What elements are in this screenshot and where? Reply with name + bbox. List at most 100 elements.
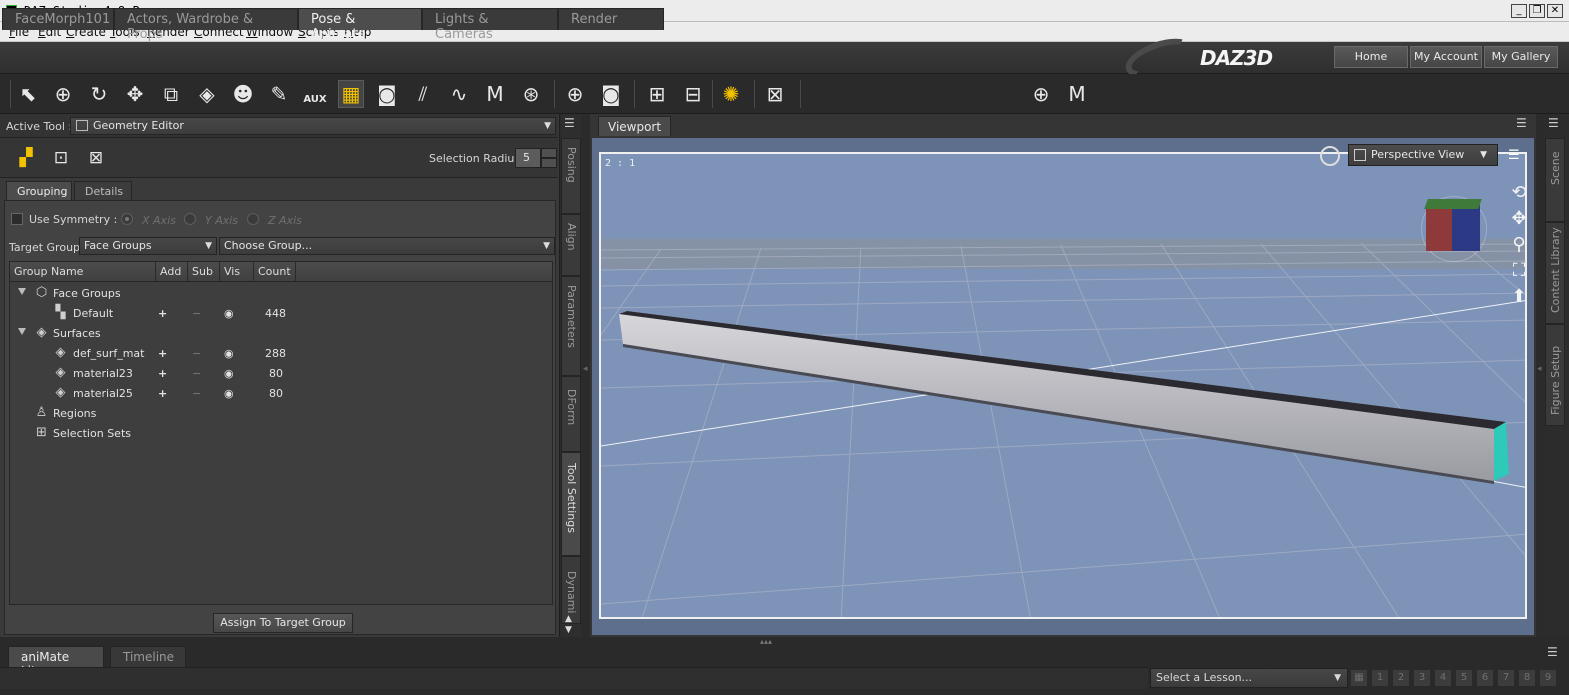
save-scene-icon[interactable]: ⊞ [644,80,670,108]
room-tab-lights-cameras[interactable]: Lights & Cameras [422,8,558,42]
view-options-icon[interactable] [1320,146,1340,166]
close-button[interactable]: ✕ [1547,4,1563,18]
radius-increment-button[interactable] [541,148,557,158]
room-tab-actors-wardrobe-props[interactable]: Actors, Wardrobe & Props [114,8,298,42]
table-row[interactable]: ♙ Regions [10,404,552,424]
lasso-select-icon[interactable]: ⊠ [83,144,109,172]
viewport-canvas[interactable]: 2 : 1 [599,152,1527,619]
lesson-step-button[interactable]: 2 [1392,669,1410,687]
lesson-grid-icon[interactable]: ▦ [1350,669,1368,687]
home-button[interactable]: Home [1334,46,1408,68]
my-account-button[interactable]: My Account [1410,46,1482,68]
save-pose-icon[interactable]: ⊠ [762,80,788,108]
splitter-handle[interactable]: ▴▴▴ [760,637,790,646]
minimize-button[interactable]: _ [1511,4,1527,18]
sub-button[interactable]: − [192,367,201,380]
eye-icon[interactable]: ◉ [224,347,234,360]
x-axis-radio[interactable] [121,213,133,225]
node-weight-icon[interactable]: ∿ [446,80,472,108]
eye-icon[interactable]: ◉ [224,307,234,320]
add-button[interactable]: + [158,367,167,380]
side-tab-dform[interactable]: DForm [561,376,581,452]
room-tab-facemorph101[interactable]: FaceMorph101 [2,8,114,30]
right-panel-menu-icon[interactable]: ☰ [1548,116,1559,130]
figure-tool-icon[interactable]: ☻ [230,80,256,108]
tab-details[interactable]: Details [74,181,132,201]
side-tab-content-library[interactable]: Content Library [1545,222,1565,324]
table-row[interactable]: ⊞ Selection Sets [10,424,552,444]
table-row[interactable]: ◈ def_surf_mat + − ◉ 288 [10,344,552,364]
collapse-right-icon[interactable]: ◂ [1537,364,1542,374]
joint-editor-icon[interactable]: ✎ [266,80,292,108]
pivot-tool-icon[interactable]: ⊕ [1028,80,1054,108]
scroll-down-icon[interactable]: ▼ [565,625,572,635]
lesson-step-button[interactable]: 7 [1497,669,1515,687]
viewport-menu-icon[interactable]: ☰ [1516,116,1527,130]
table-row[interactable]: ▚ Default + − ◉ 448 [10,304,552,324]
tab-animate-lite[interactable]: aniMate Lite [8,646,104,678]
table-row[interactable]: ⬡ Face Groups [10,284,552,304]
collapse-left-icon[interactable]: ◂ [583,364,588,374]
camera-render-icon[interactable]: ◙ [598,80,624,108]
lesson-step-button[interactable]: 4 [1434,669,1452,687]
lesson-step-button[interactable]: 8 [1518,669,1536,687]
use-symmetry-checkbox[interactable] [11,213,23,225]
marquee-select-icon[interactable]: ⊡ [48,144,74,172]
side-tab-scene[interactable]: Scene [1545,138,1565,222]
lesson-step-button[interactable]: 6 [1476,669,1494,687]
morph-m-icon[interactable]: M [1064,80,1090,108]
assign-to-target-group-button[interactable]: Assign To Target Group [213,613,353,633]
lesson-step-button[interactable]: 9 [1539,669,1557,687]
expand-arrow-icon[interactable] [18,288,26,295]
light-bulb-icon[interactable]: ✺ [718,80,744,108]
tab-grouping[interactable]: Grouping [6,181,72,201]
column-count[interactable]: Count [254,262,296,282]
y-axis-radio[interactable] [184,213,196,225]
side-tab-align[interactable]: Align [561,214,581,276]
table-row[interactable]: ◈ material25 + − ◉ 80 [10,384,552,404]
scale-tool-icon[interactable]: ⧉ [158,80,184,108]
sub-button[interactable]: − [192,307,201,320]
node-selection-icon[interactable]: ⬉ [15,80,41,108]
z-axis-radio[interactable] [247,213,259,225]
select-lesson-dropdown[interactable]: Select a Lesson... ▼ [1150,668,1348,688]
viewport-tab[interactable]: Viewport [598,116,672,136]
region-nav-icon[interactable]: ⫽ [410,80,436,108]
polygon-select-icon[interactable]: ▞ [13,144,39,172]
add-button[interactable]: + [158,347,167,360]
zoom-icon[interactable]: ⚲ [1508,234,1530,256]
scroll-up-icon[interactable]: ▲ [565,614,572,624]
active-pose-icon[interactable]: ⊛ [518,80,544,108]
restore-button[interactable]: ❐ [1529,4,1545,18]
eye-icon[interactable]: ◉ [224,367,234,380]
column-vis[interactable]: Vis [220,262,254,282]
bottom-panel-menu-icon[interactable]: ☰ [1547,645,1558,659]
perspective-view-dropdown[interactable]: Perspective View ▼ [1348,144,1498,166]
active-tool-dropdown[interactable]: Geometry Editor ▼ [70,117,556,135]
reset-view-icon[interactable]: ⬆ [1508,286,1530,308]
table-row[interactable]: ◈ Surfaces [10,324,552,344]
my-gallery-button[interactable]: My Gallery [1484,46,1558,68]
tab-timeline[interactable]: Timeline [110,646,186,667]
column-group-name[interactable]: Group Name [10,262,156,282]
target-group-type-dropdown[interactable]: Face Groups ▼ [79,237,217,255]
room-tab-pose-animate[interactable]: Pose & Animate [298,8,422,42]
side-tab-parameters[interactable]: Parameters [561,276,581,376]
choose-group-dropdown[interactable]: Choose Group... ▼ [219,237,555,255]
save-light-icon[interactable]: ⊟ [680,80,706,108]
radius-decrement-button[interactable] [541,158,557,168]
panel-menu-icon[interactable]: ☰ [564,116,575,130]
column-add[interactable]: Add [156,262,188,282]
spot-render-icon[interactable]: ◙ [374,80,400,108]
orbit-camera-icon[interactable]: ⊕ [562,80,588,108]
pan-icon[interactable]: ✥ [1508,208,1530,230]
add-button[interactable]: + [158,307,167,320]
expand-arrow-icon[interactable] [18,328,26,335]
room-tab-render[interactable]: Render [558,8,664,30]
column-sub[interactable]: Sub [188,262,220,282]
lesson-step-button[interactable]: 1 [1371,669,1389,687]
surface-selection-icon[interactable]: ◈ [194,80,220,108]
eye-icon[interactable]: ◉ [224,387,234,400]
selection-radius-input[interactable]: 5 [515,148,541,168]
side-tab-posing[interactable]: Posing [561,138,581,214]
